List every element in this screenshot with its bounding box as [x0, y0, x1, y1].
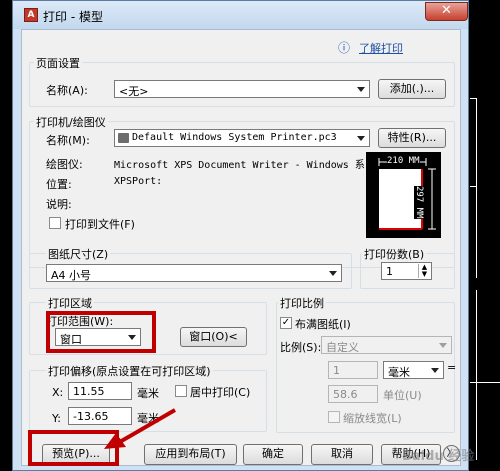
- printer-properties-button[interactable]: 特性(R)...: [378, 128, 446, 148]
- printer-name-label: 名称(M):: [46, 134, 90, 147]
- scale-lineweights-label[interactable]: 缩放线宽(L): [343, 410, 402, 426]
- spinner-icon[interactable]: ▲ ▼: [418, 264, 430, 278]
- offset-x-value: 11.55: [73, 385, 105, 398]
- equals-sign: =: [447, 361, 457, 374]
- scale-value2-input[interactable]: 58.6: [328, 385, 378, 403]
- window-select-button[interactable]: 窗口(O)<: [180, 327, 247, 347]
- chevron-down-icon: [354, 83, 367, 95]
- printer-name-select[interactable]: Default Windows System Printer.pc3: [114, 129, 370, 147]
- offset-x-input[interactable]: 11.55: [68, 382, 132, 400]
- scale-value: 自定义: [326, 341, 359, 354]
- bg-line: [476, 290, 477, 460]
- plotter-label: 绘图仪:: [46, 158, 83, 171]
- paper-preview: 210 MM 297 MM: [366, 152, 441, 238]
- printer-title: 打印机/绘图仪: [34, 114, 108, 130]
- fit-to-paper-label[interactable]: 布满图纸(I): [295, 316, 351, 332]
- bg-tick: [470, 382, 500, 383]
- bg-tick: [470, 98, 477, 99]
- dialog-body: ⓘ 了解打印 页面设置 名称(A): <无> 添加(.)... 打印机/绘图仪 …: [21, 29, 474, 466]
- chevron-down-icon: [428, 364, 441, 376]
- center-plot-label[interactable]: 居中打印(C): [190, 384, 250, 400]
- scale-select[interactable]: 自定义: [321, 336, 452, 354]
- paper-size-select[interactable]: A4 小号: [46, 264, 342, 282]
- plotter-value: Microsoft XPS Document Writer - Windows …: [114, 160, 383, 171]
- bg-line: [476, 98, 477, 278]
- scale-value1: 1: [333, 364, 340, 377]
- paper-size-title: 图纸尺寸(Z): [46, 246, 111, 262]
- fit-to-paper-checkbox[interactable]: ✓: [280, 317, 292, 329]
- print-to-file-label[interactable]: 打印到文件(F): [65, 216, 135, 232]
- info-icon: ⓘ: [338, 41, 351, 55]
- scale-value1-input[interactable]: 1: [328, 361, 378, 379]
- paper-width-label: 210 MM: [387, 156, 420, 166]
- printer-name-value: Default Windows System Printer.pc3: [132, 132, 337, 143]
- chevron-down-icon: [326, 267, 339, 279]
- plot-area-title: 打印区域: [46, 295, 94, 311]
- autocad-app-icon: A: [24, 8, 38, 22]
- description-label: 说明:: [46, 198, 72, 211]
- copies-title: 打印份数(B): [362, 246, 427, 262]
- print-to-file-checkbox[interactable]: [49, 217, 61, 229]
- red-arrow-annotation: [104, 408, 177, 449]
- chevron-down-icon: [436, 339, 449, 351]
- offset-x-unit: 毫米: [137, 387, 159, 400]
- close-button[interactable]: ✕: [425, 2, 468, 21]
- unit-label: 单位(U): [383, 389, 422, 402]
- page-setup-name-label: 名称(A):: [46, 84, 88, 97]
- plot-offset-title: 打印偏移(原点设置在可打印区域): [46, 363, 213, 379]
- print-dialog: A 打印 - 模型 ✕ ⓘ 了解打印 页面设置 名称(A): <无> 添加(.)…: [12, 0, 474, 471]
- center-plot-checkbox[interactable]: [175, 385, 187, 397]
- paper-height-label: 297 MM: [414, 186, 424, 219]
- scale-value2: 58.6: [333, 388, 358, 401]
- chevron-down-icon: [354, 132, 367, 144]
- scale-unit-select[interactable]: 毫米: [383, 361, 444, 379]
- page-setup-add-button[interactable]: 添加(.)...: [378, 79, 446, 99]
- plot-scale-title: 打印比例: [278, 295, 326, 311]
- offset-x-label: X:: [52, 386, 64, 399]
- title-bar: A 打印 - 模型 ✕: [13, 1, 468, 29]
- location-value: XPSPort:: [114, 176, 163, 187]
- copies-value: 1: [386, 265, 393, 278]
- cancel-button[interactable]: 取消: [311, 444, 373, 465]
- page-setup-title: 页面设置: [34, 55, 82, 71]
- page-setup-name-select[interactable]: <无>: [114, 80, 370, 98]
- bg-tick: [470, 186, 477, 187]
- window-title: 打印 - 模型: [43, 10, 103, 24]
- page-setup-name-value: <无>: [119, 85, 149, 98]
- paper-size-value: A4 小号: [51, 269, 92, 282]
- learn-printing-link[interactable]: 了解打印: [359, 40, 403, 56]
- ok-button[interactable]: 确定: [243, 444, 303, 465]
- watermark: Baidu 经验: [402, 449, 475, 464]
- copies-input[interactable]: 1 ▲ ▼: [381, 262, 432, 280]
- scale-lineweights-checkbox[interactable]: [328, 411, 340, 423]
- highlight-plot-range: [46, 311, 156, 353]
- offset-y-label: Y:: [52, 412, 61, 425]
- scale-unit-value: 毫米: [388, 366, 410, 379]
- printer-icon: [118, 133, 129, 143]
- scale-label: 比例(S):: [280, 341, 322, 354]
- location-label: 位置:: [46, 178, 72, 191]
